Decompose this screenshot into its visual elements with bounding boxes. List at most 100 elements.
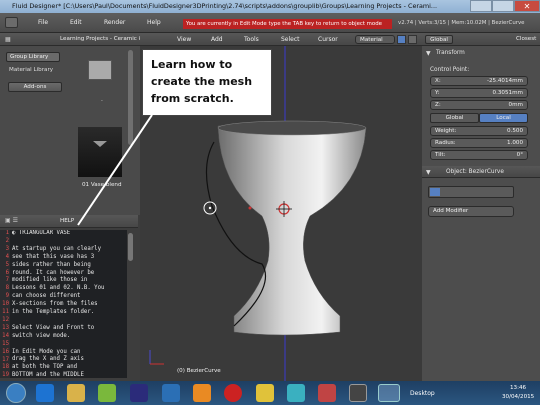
line-number: 9 — [5, 293, 9, 300]
text-line: At startup you can clearly — [12, 245, 102, 252]
fluid-designer-icon[interactable] — [378, 384, 400, 402]
editor-type-icon[interactable] — [5, 17, 18, 28]
text-line: drag the X and Z axis — [12, 356, 84, 363]
global-label: Global — [445, 115, 464, 121]
local-toggle[interactable]: Local — [479, 113, 528, 123]
menu-cursor[interactable]: Cursor — [318, 36, 338, 43]
weight-value: 0.500 — [506, 128, 523, 134]
app-icon-4[interactable] — [318, 384, 336, 402]
close-button[interactable]: ✕ — [514, 0, 540, 12]
vase-mesh — [217, 122, 367, 336]
clock-time: 13:46 — [510, 385, 527, 391]
app-icon-5[interactable] — [349, 384, 367, 402]
menu-file[interactable]: File — [38, 19, 48, 26]
clock-date: 30/04/2015 — [502, 394, 535, 400]
add-modifier-dropdown[interactable]: Add Modifier — [428, 206, 514, 217]
minimize-button[interactable] — [470, 0, 492, 12]
add-ons-label: Add-ons — [23, 84, 47, 90]
pivot-icon[interactable] — [397, 35, 406, 44]
media-icon[interactable] — [98, 384, 116, 402]
y-label: Y: — [435, 90, 440, 96]
menu-render[interactable]: Render — [104, 19, 125, 26]
material-dropdown[interactable]: Material — [355, 35, 395, 44]
word-icon[interactable] — [162, 384, 180, 402]
text-line — [10, 317, 127, 325]
callout-pointer — [77, 115, 153, 226]
help-text-editor[interactable]: ◐ TRIANGULAR VASE At startup you can clea… — [10, 230, 127, 378]
app-icon-2[interactable] — [256, 384, 274, 402]
tab-group-library[interactable]: Group Library — [6, 52, 60, 62]
z-value: 0mm — [508, 102, 523, 108]
line-number: 19 — [2, 372, 9, 378]
radius-field[interactable]: Radius: 1.000 — [430, 138, 528, 148]
z-label: Z: — [435, 102, 441, 108]
manipulator-icon[interactable] — [408, 35, 417, 44]
panel-icon[interactable]: ▦ — [5, 36, 11, 43]
text-line: modified like those in — [12, 277, 88, 284]
snap-closest[interactable]: Closest — [516, 36, 536, 42]
text-editor-icon[interactable]: ▣ ☰ — [5, 217, 18, 224]
menu-add[interactable]: Add — [211, 36, 223, 43]
text-line: see that this vase has 3 — [12, 253, 95, 260]
line-number: 15 — [2, 340, 9, 347]
line-number: 6 — [5, 269, 9, 276]
object-collapse-icon[interactable]: ▼ — [426, 169, 431, 176]
menu-tools[interactable]: Tools — [244, 36, 259, 43]
tab-material-library[interactable]: Material Library — [6, 65, 62, 75]
text-scrollbar[interactable] — [128, 233, 133, 261]
explorer-icon[interactable] — [67, 384, 85, 402]
tilt-label: Tilt: — [435, 152, 446, 158]
maximize-button[interactable] — [492, 0, 514, 12]
y-field[interactable]: Y: 0.3051mm — [430, 88, 528, 98]
text-line: X-sections from the files — [12, 301, 98, 308]
text-line: In Edit Mode you can — [12, 348, 81, 355]
weight-field[interactable]: Weight: 0.500 — [430, 126, 528, 136]
material-label: Material — [360, 37, 383, 43]
parent-folder-label: . — [101, 96, 103, 103]
start-button[interactable] — [6, 383, 26, 403]
line-number: 1 — [5, 230, 9, 236]
folder-icon[interactable] — [88, 60, 112, 80]
app-icon-1[interactable] — [130, 384, 148, 402]
text-line: sides rather than being — [12, 261, 91, 268]
text-line: can choose different — [12, 293, 81, 300]
app-icon-3[interactable] — [287, 384, 305, 402]
line-number: 8 — [5, 285, 9, 292]
text-line: in the Templates folder. — [12, 309, 95, 316]
ie-icon[interactable] — [36, 384, 54, 402]
menu-help[interactable]: Help — [147, 19, 161, 26]
weight-label: Weight: — [435, 128, 457, 134]
line-number: 5 — [5, 261, 9, 268]
transform-title: Transform — [436, 50, 465, 56]
y-value: 0.3051mm — [492, 90, 523, 96]
active-object-label: (0) BezierCurve — [177, 368, 221, 374]
add-ons-dropdown[interactable]: Add-ons — [8, 82, 62, 92]
edit-mode-warning: You are currently in Edit Mode type the … — [183, 19, 392, 29]
x-field[interactable]: X: -25.4014mm — [430, 76, 528, 86]
z-field[interactable]: Z: 0mm — [430, 100, 528, 110]
opera-icon[interactable] — [224, 384, 242, 402]
tool-tab-icon[interactable] — [430, 188, 440, 196]
line-number: 16 — [2, 348, 9, 355]
callout-line-1: Learn how to — [151, 58, 233, 71]
property-tabs[interactable] — [428, 186, 514, 198]
firefox-icon[interactable] — [193, 384, 211, 402]
line-number: 7 — [5, 277, 9, 284]
menu-edit[interactable]: Edit — [70, 19, 82, 26]
control-point-label: Control Point: — [430, 67, 470, 73]
text-line — [10, 238, 127, 246]
line-number: 17 — [2, 356, 9, 363]
orientation-dropdown[interactable]: Global — [425, 35, 453, 44]
desktop-label[interactable]: Desktop — [410, 390, 435, 397]
menu-view[interactable]: View — [177, 36, 191, 43]
text-line — [10, 341, 127, 349]
transform-collapse-icon[interactable]: ▼ — [426, 50, 431, 57]
text-line: Select View and Front to — [12, 324, 95, 331]
add-modifier-label: Add Modifier — [433, 208, 469, 214]
global-toggle[interactable]: Global — [430, 113, 479, 123]
line-number: 4 — [5, 253, 9, 260]
radius-label: Radius: — [435, 140, 456, 146]
tilt-field[interactable]: Tilt: 0° — [430, 150, 528, 160]
text-line: switch view mode. — [12, 332, 71, 339]
menu-select[interactable]: Select — [281, 36, 300, 43]
